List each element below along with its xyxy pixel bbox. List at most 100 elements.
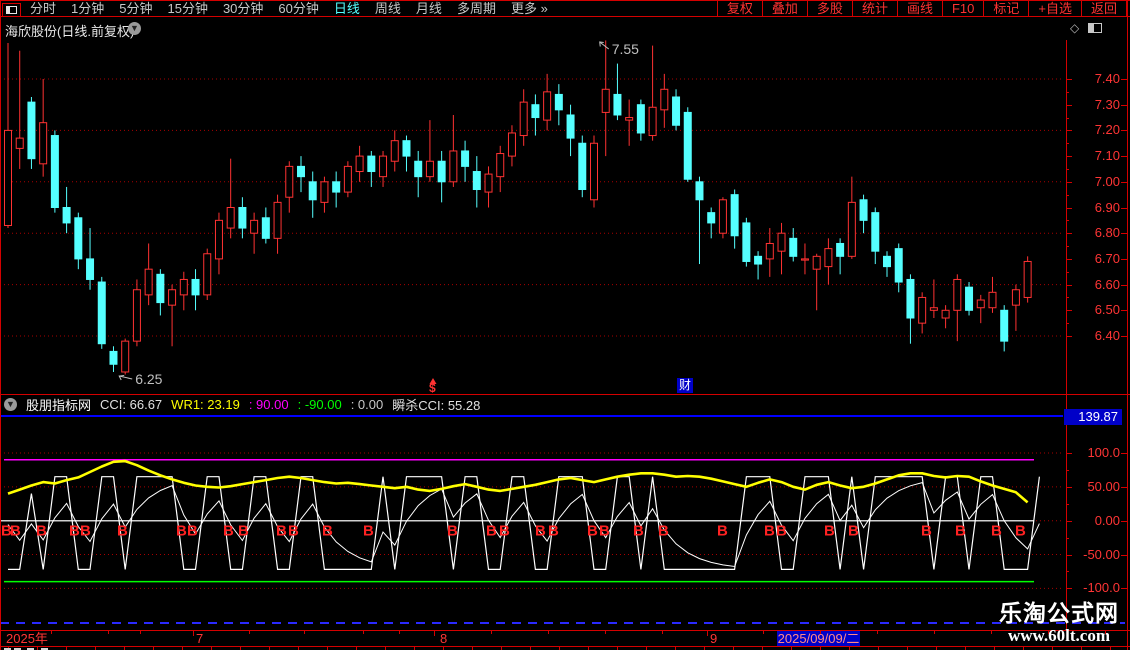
axis-minor-tick bbox=[1066, 118, 1069, 119]
axis-tick bbox=[1121, 588, 1127, 589]
candle bbox=[708, 208, 715, 239]
period-toolbar: 分时 1分钟 5分钟 15分钟 30分钟 60分钟日线周线月线多周期更多 » bbox=[30, 1, 548, 17]
buy-signal-marker: B bbox=[288, 523, 299, 540]
candle bbox=[731, 190, 738, 249]
toolbar-func-item-1[interactable]: 叠加 bbox=[763, 1, 807, 17]
candle bbox=[778, 223, 785, 274]
indicator-chart[interactable]: BBBBBBBBBBBBBBBBBBBBBBBBBBBBBBBB bbox=[0, 418, 1063, 600]
toolbar-period-item-8[interactable]: 月线 bbox=[416, 1, 442, 17]
buy-signal-marker: B bbox=[764, 523, 775, 540]
svg-text:6.25: 6.25 bbox=[135, 371, 162, 387]
price-axis-label: 6.80 bbox=[1066, 226, 1120, 240]
axis-minor-tick bbox=[1066, 246, 1069, 247]
date-minor-tick bbox=[605, 631, 606, 634]
toolbar-func-item-4[interactable]: 画线 bbox=[898, 1, 942, 17]
price-axis-label: 6.70 bbox=[1066, 252, 1120, 266]
axis-tick bbox=[1121, 208, 1127, 209]
axis-tick bbox=[1066, 521, 1072, 522]
axis-tick bbox=[1066, 208, 1072, 209]
low-annotation: 6.25 bbox=[119, 371, 162, 387]
axis-tick bbox=[1121, 555, 1127, 556]
toolbar-period-item-7[interactable]: 周线 bbox=[375, 1, 401, 17]
toolbar-period-item-2[interactable]: 5分钟 bbox=[119, 1, 152, 17]
candle bbox=[860, 195, 867, 234]
axis-minor-tick bbox=[1066, 538, 1069, 539]
candle bbox=[907, 274, 914, 343]
candle bbox=[239, 197, 246, 238]
candlestick-chart-region[interactable]: 7.556.25$ bbox=[0, 40, 1063, 394]
buy-signal-marker: B bbox=[447, 523, 458, 540]
buy-signal-marker: B bbox=[717, 523, 728, 540]
main-window: 分时 1分钟 5分钟 15分钟 30分钟 60分钟日线周线月线多周期更多 » 复权叠加多股… bbox=[0, 0, 1130, 650]
price-axis-label: 6.60 bbox=[1066, 278, 1120, 292]
toolbar-period-item-6[interactable]: 日线 bbox=[334, 1, 360, 17]
candle bbox=[344, 161, 351, 197]
date-axis-label-2: 8 bbox=[440, 632, 447, 646]
axis-minor-tick bbox=[1066, 323, 1069, 324]
toolbar-func-item-8[interactable]: 返回 bbox=[1082, 1, 1126, 17]
candle bbox=[989, 277, 996, 313]
candle bbox=[286, 161, 293, 212]
toolbar-period-item-5[interactable]: 60分钟 bbox=[278, 1, 318, 17]
buy-signal-marker: B bbox=[921, 523, 932, 540]
toolbar-period-item-0[interactable]: 分时 bbox=[30, 1, 56, 17]
candle bbox=[251, 213, 258, 254]
buy-signal-marker: B bbox=[187, 523, 198, 540]
function-toolbar: 复权叠加多股统计画线F10标记+自选返回 bbox=[717, 1, 1127, 17]
candle bbox=[98, 277, 105, 349]
indicator-axis-label: -50.00 bbox=[1066, 548, 1120, 562]
axis-minor-tick bbox=[1066, 571, 1069, 572]
indicator-axis-label: 100.0 bbox=[1066, 446, 1120, 460]
toolbar-func-item-5[interactable]: F10 bbox=[943, 1, 983, 17]
window-right-border bbox=[1127, 0, 1128, 650]
toolbar-period-item-4[interactable]: 30分钟 bbox=[223, 1, 263, 17]
toolbar-period-item-9[interactable]: 多周期 bbox=[457, 1, 496, 17]
candle bbox=[28, 97, 35, 169]
candle bbox=[227, 159, 234, 239]
candle bbox=[602, 40, 609, 156]
toolbar-func-item-0[interactable]: 复权 bbox=[718, 1, 762, 17]
candle bbox=[333, 172, 340, 208]
split-window-icon[interactable] bbox=[1088, 23, 1102, 33]
axis-tick bbox=[1121, 487, 1127, 488]
candle bbox=[567, 105, 574, 156]
date-minor-tick bbox=[51, 631, 52, 634]
layout-panes-icon[interactable] bbox=[2, 3, 21, 17]
collapse-indicator-icon[interactable]: ▼ bbox=[4, 398, 17, 411]
toolbar-func-item-7[interactable]: +自选 bbox=[1029, 1, 1081, 17]
chevron-down-circle-icon[interactable]: ▼ bbox=[128, 22, 141, 35]
buy-signal-marker: B bbox=[548, 523, 559, 540]
buy-signal-marker: B bbox=[10, 523, 21, 540]
diamond-icon[interactable]: ◇ bbox=[1070, 21, 1079, 35]
candle bbox=[16, 51, 23, 169]
date-minor-tick bbox=[820, 631, 821, 634]
date-axis-label-1: 7 bbox=[196, 632, 203, 646]
candle bbox=[743, 218, 750, 267]
candle bbox=[825, 238, 832, 284]
candle bbox=[450, 115, 457, 187]
toolbar-func-item-2[interactable]: 多股 bbox=[808, 1, 852, 17]
indicator-chart-region[interactable]: BBBBBBBBBBBBBBBBBBBBBBBBBBBBBBBB bbox=[0, 418, 1063, 600]
toolbar-func-item-3[interactable]: 统计 bbox=[853, 1, 897, 17]
candlestick-chart[interactable]: 7.556.25$ bbox=[0, 40, 1063, 394]
candle bbox=[157, 269, 164, 315]
toolbar-period-item-10[interactable]: 更多 » bbox=[511, 1, 548, 17]
axis-tick bbox=[1121, 336, 1127, 337]
candle bbox=[1024, 256, 1031, 302]
toolbar-period-item-3[interactable]: 15分钟 bbox=[167, 1, 207, 17]
candle bbox=[180, 272, 187, 311]
toolbar-func-item-6[interactable]: 标记 bbox=[984, 1, 1028, 17]
candle bbox=[75, 213, 82, 270]
date-minor-tick bbox=[934, 631, 935, 634]
top-toolbar: 分时 1分钟 5分钟 15分钟 30分钟 60分钟日线周线月线多周期更多 » 复权叠加多股… bbox=[0, 0, 1130, 17]
price-axis-label: 6.50 bbox=[1066, 303, 1120, 317]
toolbar-period-item-1[interactable]: 1分钟 bbox=[71, 1, 104, 17]
axis-tick bbox=[1121, 285, 1127, 286]
axis-tick bbox=[1066, 588, 1072, 589]
price-axis-label: 7.00 bbox=[1066, 175, 1120, 189]
candle bbox=[579, 136, 586, 198]
candle bbox=[508, 125, 515, 166]
date-minor-tick bbox=[991, 631, 992, 634]
axis-tick bbox=[1121, 310, 1127, 311]
candle bbox=[204, 249, 211, 300]
